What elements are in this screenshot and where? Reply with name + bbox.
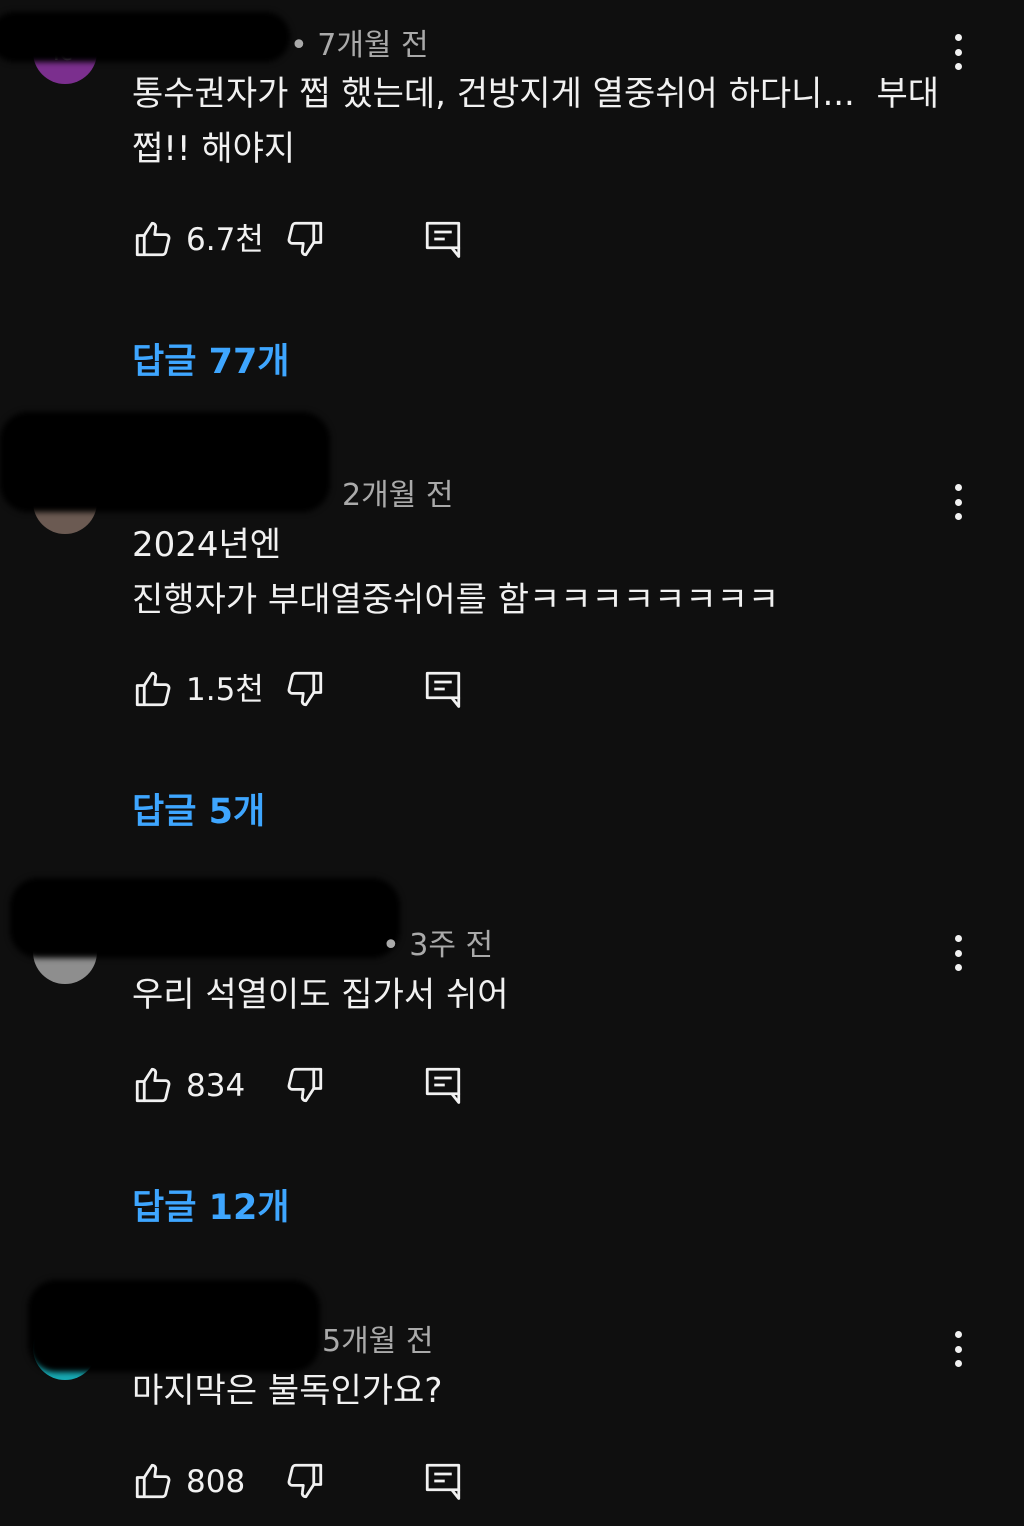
- redacted-username: [0, 12, 290, 62]
- comment-reply-icon: [425, 671, 461, 708]
- comment-text: 통수권자가 쩝 했는데, 건방지게 열중쉬어 하다니... 부대 쩝!! 해야지: [132, 74, 950, 169]
- thumbs-up-icon: [135, 671, 171, 707]
- more-vertical-icon: [954, 1331, 962, 1338]
- more-vertical-icon: [954, 484, 962, 491]
- thumbs-down-icon: [287, 1463, 323, 1499]
- comment-reply-icon: [425, 1067, 461, 1104]
- reply-button[interactable]: [422, 1460, 464, 1502]
- dislike-button[interactable]: [284, 1460, 326, 1502]
- comment-text: 마지막은 불독인가요?: [132, 1371, 443, 1411]
- like-count: 1.5천: [186, 672, 264, 708]
- comment-actions: 834: [132, 1064, 492, 1114]
- like-button[interactable]: [132, 1064, 174, 1106]
- reply-button[interactable]: [422, 218, 464, 260]
- thumbs-up-icon: [135, 1067, 171, 1103]
- view-replies-button[interactable]: 답글 77개: [132, 333, 290, 384]
- more-vertical-icon: [954, 935, 962, 942]
- redacted-username: [10, 878, 400, 958]
- comment-time: • 7개월 전: [290, 28, 429, 63]
- more-vertical-icon: [954, 34, 962, 41]
- like-count: 834: [186, 1068, 246, 1104]
- comment-time: • 3주 전: [382, 928, 494, 963]
- dislike-button[interactable]: [284, 218, 326, 260]
- like-count: 6.7천: [186, 222, 264, 258]
- thumbs-up-icon: [135, 221, 171, 257]
- thumbs-down-icon: [287, 671, 323, 707]
- like-button[interactable]: [132, 1460, 174, 1502]
- comment-actions: 6.7천: [132, 218, 492, 268]
- like-button[interactable]: [132, 218, 174, 260]
- comment-actions: 808: [132, 1460, 492, 1510]
- comment-time: 5개월 전: [322, 1324, 434, 1359]
- redacted-username: [28, 1280, 320, 1372]
- comment-actions: 1.5천: [132, 668, 492, 718]
- view-replies-button[interactable]: 답글 12개: [132, 1179, 290, 1230]
- redacted-username: [0, 412, 330, 512]
- like-count: 808: [186, 1464, 246, 1500]
- comment-text: 우리 석열이도 집가서 쉬어: [132, 975, 509, 1015]
- comment-reply-icon: [425, 221, 461, 258]
- dislike-button[interactable]: [284, 668, 326, 710]
- comment-reply-icon: [425, 1463, 461, 1500]
- dislike-button[interactable]: [284, 1064, 326, 1106]
- reply-button[interactable]: [422, 1064, 464, 1106]
- thumbs-down-icon: [287, 1067, 323, 1103]
- thumbs-up-icon: [135, 1463, 171, 1499]
- comment-text: 2024년엔 진행자가 부대열중쉬어를 함ㅋㅋㅋㅋㅋㅋㅋㅋ: [132, 525, 780, 620]
- comment-time: 2개월 전: [342, 478, 454, 513]
- like-button[interactable]: [132, 668, 174, 710]
- reply-button[interactable]: [422, 668, 464, 710]
- thumbs-down-icon: [287, 221, 323, 257]
- view-replies-button[interactable]: 답글 5개: [132, 783, 265, 834]
